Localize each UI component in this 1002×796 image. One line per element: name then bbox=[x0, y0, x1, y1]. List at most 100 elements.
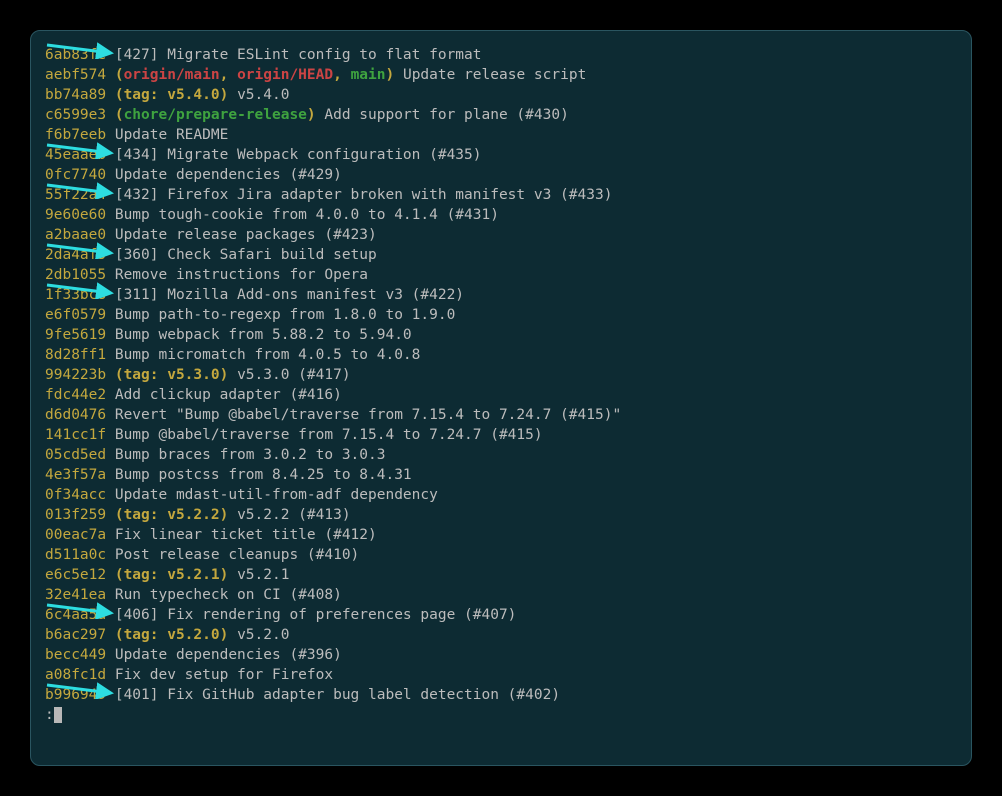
commit-row: 0fc7740 Update dependencies (#429) bbox=[45, 165, 957, 185]
commit-hash: 994223b bbox=[45, 367, 106, 383]
commit-message: [401] Fix GitHub adapter bug label detec… bbox=[115, 687, 560, 703]
commit-hash: 00eac7a bbox=[45, 527, 106, 543]
commit-hash: c6599e3 bbox=[45, 107, 106, 123]
commit-message: [434] Migrate Webpack configuration (#43… bbox=[115, 147, 482, 163]
commit-message: [311] Mozilla Add-ons manifest v3 (#422) bbox=[115, 287, 464, 303]
commit-hash: b996949 bbox=[45, 687, 106, 703]
ref-tag: tag: v5.2.2 bbox=[124, 507, 220, 523]
commit-row: bb74a89 (tag: v5.4.0) v5.4.0 bbox=[45, 85, 957, 105]
commit-row: fdc44e2 Add clickup adapter (#416) bbox=[45, 385, 957, 405]
commit-row: 0f34acc Update mdast-util-from-adf depen… bbox=[45, 485, 957, 505]
commit-hash: e6f0579 bbox=[45, 307, 106, 323]
commit-row: 141cc1f Bump @babel/traverse from 7.15.4… bbox=[45, 425, 957, 445]
commit-row: becc449 Update dependencies (#396) bbox=[45, 645, 957, 665]
commit-message: Post release cleanups (#410) bbox=[115, 547, 359, 563]
commit-message: Bump webpack from 5.88.2 to 5.94.0 bbox=[115, 327, 412, 343]
commit-row: aebf574 (origin/main, origin/HEAD, main)… bbox=[45, 65, 957, 85]
commit-row: b6ac297 (tag: v5.2.0) v5.2.0 bbox=[45, 625, 957, 645]
commit-row: 32e41ea Run typecheck on CI (#408) bbox=[45, 585, 957, 605]
ref-remote: origin/main bbox=[124, 67, 220, 83]
commit-row: 9e60e60 Bump tough-cookie from 4.0.0 to … bbox=[45, 205, 957, 225]
commit-message: Update dependencies (#396) bbox=[115, 647, 342, 663]
ref-local: chore/prepare-release bbox=[124, 107, 307, 123]
commit-hash: 9fe5619 bbox=[45, 327, 106, 343]
commit-hash: 45eaaeb bbox=[45, 147, 106, 163]
commit-row: 1f33bc8 [311] Mozilla Add-ons manifest v… bbox=[45, 285, 957, 305]
ref-local: main bbox=[351, 67, 386, 83]
commit-message: Bump micromatch from 4.0.5 to 4.0.8 bbox=[115, 347, 421, 363]
commit-hash: fdc44e2 bbox=[45, 387, 106, 403]
commit-message: Fix linear ticket title (#412) bbox=[115, 527, 377, 543]
commit-hash: 2da4af5 bbox=[45, 247, 106, 263]
commit-row: d6d0476 Revert "Bump @babel/traverse fro… bbox=[45, 405, 957, 425]
terminal-window[interactable]: 6ab83fe [427] Migrate ESLint config to f… bbox=[30, 30, 972, 766]
pager-prompt[interactable]: : bbox=[45, 705, 957, 725]
commit-message: Bump path-to-regexp from 1.8.0 to 1.9.0 bbox=[115, 307, 455, 323]
commit-row: 6ab83fe [427] Migrate ESLint config to f… bbox=[45, 45, 957, 65]
commit-hash: e6c5e12 bbox=[45, 567, 106, 583]
ref-tag: tag: v5.2.1 bbox=[124, 567, 220, 583]
commit-row: 45eaaeb [434] Migrate Webpack configurat… bbox=[45, 145, 957, 165]
commit-row: 994223b (tag: v5.3.0) v5.3.0 (#417) bbox=[45, 365, 957, 385]
commit-message: Update README bbox=[115, 127, 229, 143]
commit-message: [406] Fix rendering of preferences page … bbox=[115, 607, 517, 623]
commit-hash: 6c4aa5a bbox=[45, 607, 106, 623]
commit-hash: 0f34acc bbox=[45, 487, 106, 503]
commit-row: a08fc1d Fix dev setup for Firefox bbox=[45, 665, 957, 685]
commit-hash: 32e41ea bbox=[45, 587, 106, 603]
commit-hash: a08fc1d bbox=[45, 667, 106, 683]
commit-message: Update mdast-util-from-adf dependency bbox=[115, 487, 438, 503]
commit-row: c6599e3 (chore/prepare-release) Add supp… bbox=[45, 105, 957, 125]
commit-message: [427] Migrate ESLint config to flat form… bbox=[115, 47, 482, 63]
commit-hash: 4e3f57a bbox=[45, 467, 106, 483]
commit-message: Bump braces from 3.0.2 to 3.0.3 bbox=[115, 447, 386, 463]
commit-row: 55f22a4 [432] Firefox Jira adapter broke… bbox=[45, 185, 957, 205]
commit-message: Revert "Bump @babel/traverse from 7.15.4… bbox=[115, 407, 621, 423]
commit-hash: 6ab83fe bbox=[45, 47, 106, 63]
commit-row: 9fe5619 Bump webpack from 5.88.2 to 5.94… bbox=[45, 325, 957, 345]
commit-hash: 013f259 bbox=[45, 507, 106, 523]
commit-row: 00eac7a Fix linear ticket title (#412) bbox=[45, 525, 957, 545]
commit-row: f6b7eeb Update README bbox=[45, 125, 957, 145]
git-log-output: 6ab83fe [427] Migrate ESLint config to f… bbox=[45, 45, 957, 705]
commit-message: Run typecheck on CI (#408) bbox=[115, 587, 342, 603]
ref-remote: origin/HEAD bbox=[237, 67, 333, 83]
commit-message: Bump tough-cookie from 4.0.0 to 4.1.4 (#… bbox=[115, 207, 499, 223]
commit-message: v5.2.2 (#413) bbox=[237, 507, 351, 523]
commit-message: v5.2.0 bbox=[237, 627, 289, 643]
ref-tag: tag: v5.2.0 bbox=[124, 627, 220, 643]
commit-hash: f6b7eeb bbox=[45, 127, 106, 143]
commit-hash: 55f22a4 bbox=[45, 187, 106, 203]
commit-row: b996949 [401] Fix GitHub adapter bug lab… bbox=[45, 685, 957, 705]
commit-message: Add clickup adapter (#416) bbox=[115, 387, 342, 403]
commit-hash: 05cd5ed bbox=[45, 447, 106, 463]
commit-row: d511a0c Post release cleanups (#410) bbox=[45, 545, 957, 565]
commit-message: v5.4.0 bbox=[237, 87, 289, 103]
commit-row: 8d28ff1 Bump micromatch from 4.0.5 to 4.… bbox=[45, 345, 957, 365]
commit-message: [360] Check Safari build setup bbox=[115, 247, 377, 263]
commit-message: Remove instructions for Opera bbox=[115, 267, 368, 283]
commit-message: [432] Firefox Jira adapter broken with m… bbox=[115, 187, 613, 203]
ref-tag: tag: v5.3.0 bbox=[124, 367, 220, 383]
commit-message: Update release packages (#423) bbox=[115, 227, 377, 243]
commit-row: 6c4aa5a [406] Fix rendering of preferenc… bbox=[45, 605, 957, 625]
commit-row: e6c5e12 (tag: v5.2.1) v5.2.1 bbox=[45, 565, 957, 585]
commit-message: Bump @babel/traverse from 7.15.4 to 7.24… bbox=[115, 427, 543, 443]
commit-message: Update dependencies (#429) bbox=[115, 167, 342, 183]
commit-hash: becc449 bbox=[45, 647, 106, 663]
commit-row: 05cd5ed Bump braces from 3.0.2 to 3.0.3 bbox=[45, 445, 957, 465]
commit-hash: 141cc1f bbox=[45, 427, 106, 443]
ref-tag: tag: v5.4.0 bbox=[124, 87, 220, 103]
commit-message: Add support for plane (#430) bbox=[324, 107, 568, 123]
commit-hash: a2baae0 bbox=[45, 227, 106, 243]
commit-row: 2da4af5 [360] Check Safari build setup bbox=[45, 245, 957, 265]
commit-hash: 0fc7740 bbox=[45, 167, 106, 183]
commit-row: e6f0579 Bump path-to-regexp from 1.8.0 t… bbox=[45, 305, 957, 325]
commit-message: Update release script bbox=[403, 67, 586, 83]
commit-row: a2baae0 Update release packages (#423) bbox=[45, 225, 957, 245]
commit-hash: 9e60e60 bbox=[45, 207, 106, 223]
commit-hash: 2db1055 bbox=[45, 267, 106, 283]
commit-row: 013f259 (tag: v5.2.2) v5.2.2 (#413) bbox=[45, 505, 957, 525]
cursor bbox=[54, 707, 62, 723]
commit-message: v5.3.0 (#417) bbox=[237, 367, 351, 383]
